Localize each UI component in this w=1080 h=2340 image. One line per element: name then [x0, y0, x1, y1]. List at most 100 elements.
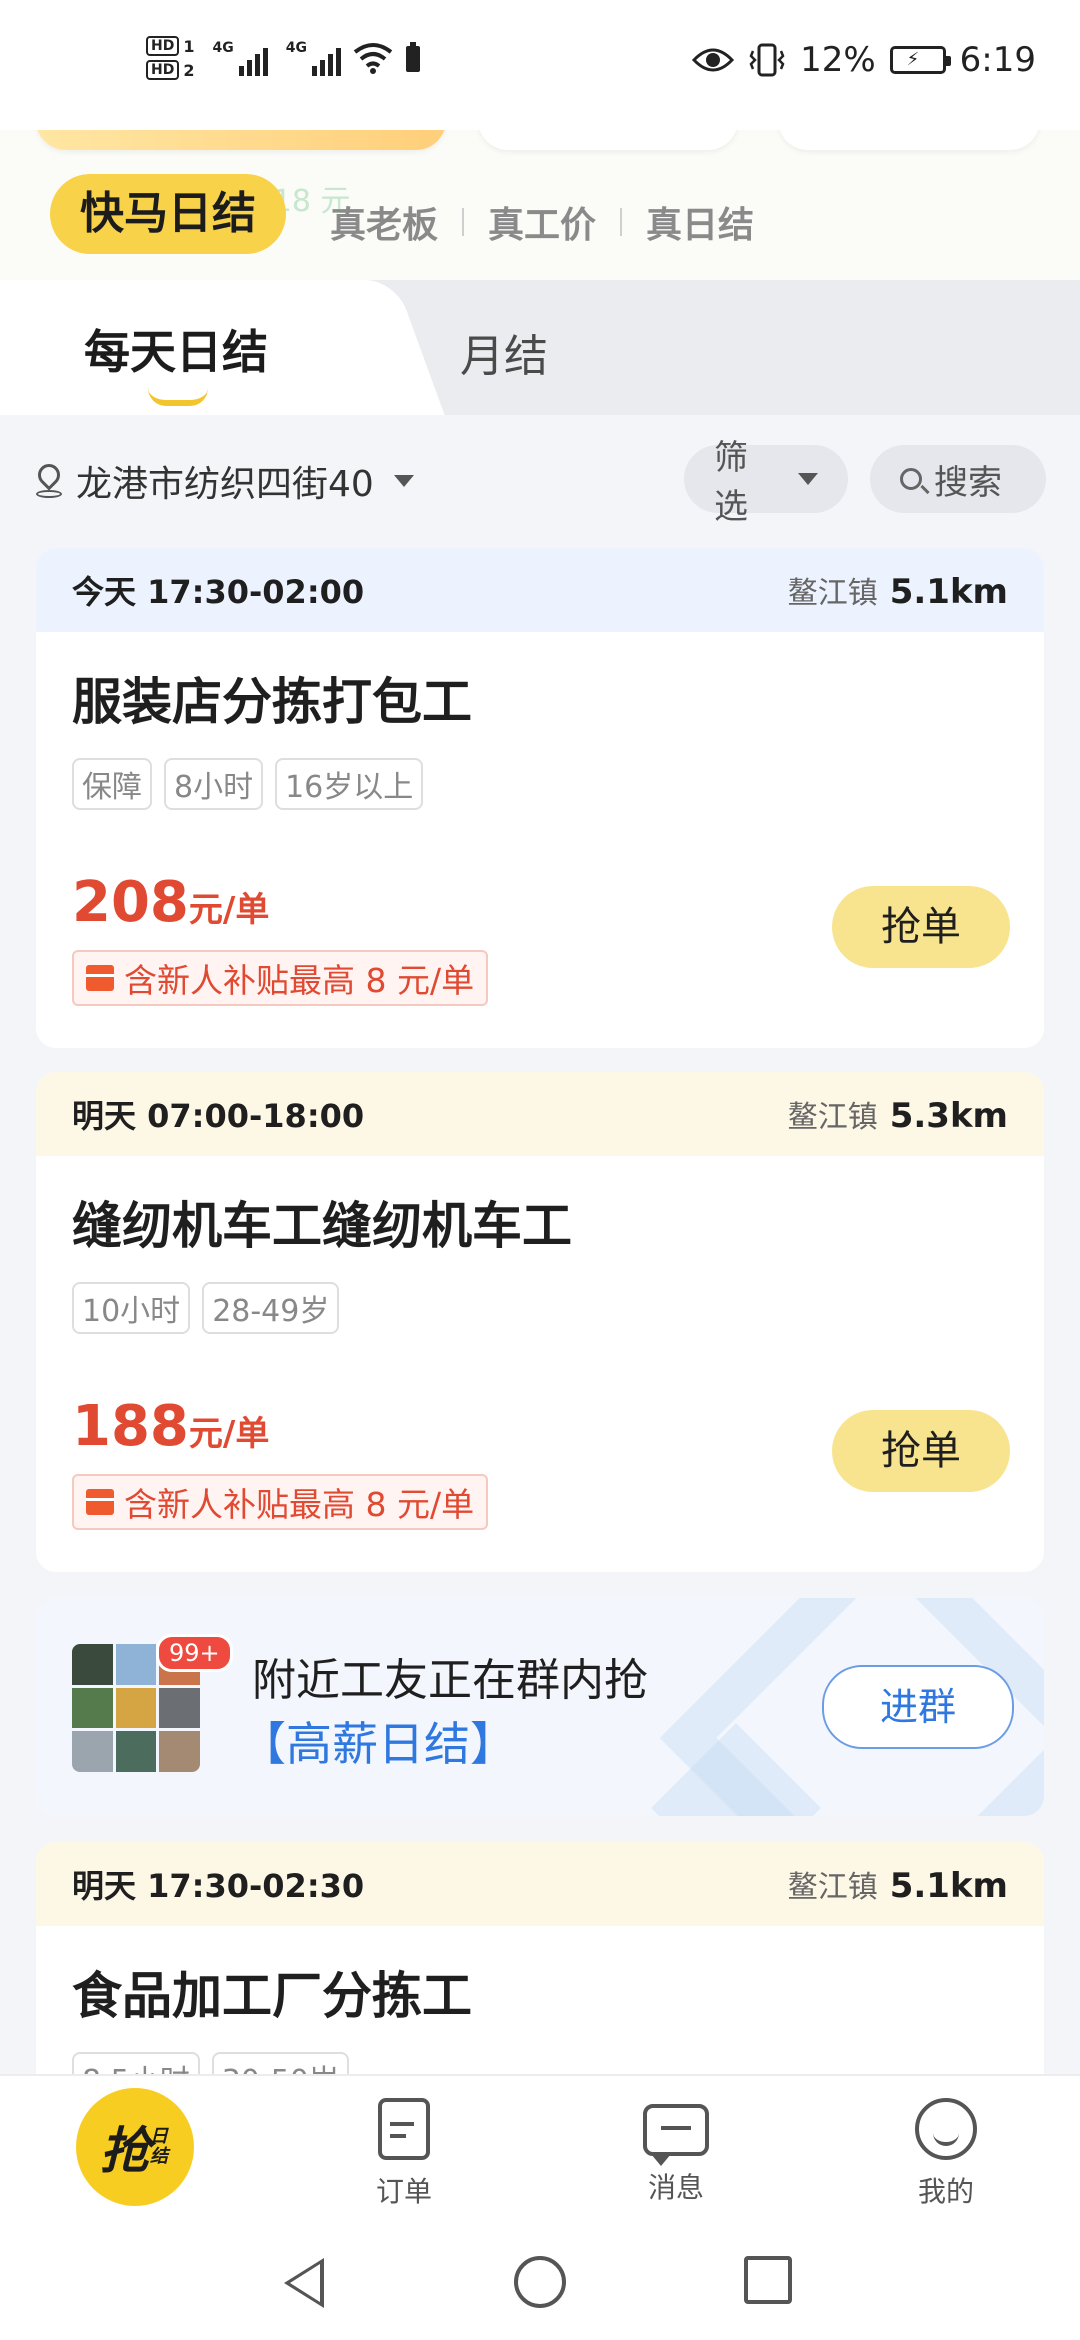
- recent-apps-icon[interactable]: [744, 2256, 792, 2304]
- hd-indicators: HD 1 HD 2: [146, 36, 194, 80]
- job-distance: 5.3km: [889, 1096, 1008, 1136]
- search-button[interactable]: 搜索: [870, 445, 1046, 513]
- gift-icon: [86, 965, 114, 991]
- job-tag: 保障: [72, 758, 152, 810]
- nav-messages-label: 消息: [647, 2171, 704, 2204]
- job-title: 食品加工厂分拣工: [72, 1967, 472, 2025]
- job-title: 服装店分拣打包工: [72, 673, 472, 731]
- job-card[interactable]: 今天 17:30-02:00 鳌江镇 5.1km 服装店分拣打包工 保障 8小时…: [36, 548, 1044, 1048]
- slogan-item: 真老板: [330, 205, 439, 246]
- nav-mine-label: 我的: [917, 2175, 974, 2208]
- job-time: 明天 17:30-02:30: [72, 1867, 365, 1905]
- location-address: 龙港市纺织四街40: [76, 464, 374, 505]
- nav-orders-label: 订单: [375, 2175, 432, 2208]
- subsidy-text: 含新人补贴最高 8 元/单: [124, 1485, 475, 1524]
- unread-badge: 99+: [156, 1634, 233, 1672]
- price-unit: 元/单: [188, 1414, 270, 1454]
- status-right: 12% ⚡ 6:19: [692, 40, 1036, 80]
- job-card-header: 明天 17:30-02:30 鳌江镇 5.1km: [36, 1842, 1044, 1926]
- hd-badge-1: HD: [146, 36, 180, 56]
- brand-slogan: 真老板 真工价 真日结: [330, 196, 754, 248]
- document-icon: [378, 2098, 430, 2160]
- signal-icon-2: 4G: [286, 40, 341, 76]
- grab-logo-icon: 抢: [100, 2122, 150, 2180]
- job-location: 鳌江镇 5.1km: [788, 568, 1008, 612]
- hd-badge-2: HD: [146, 60, 180, 80]
- wifi-icon: [353, 43, 393, 74]
- job-tag: 8小时: [164, 758, 264, 810]
- battery-saver-icon: [405, 42, 420, 72]
- location-selector[interactable]: 龙港市纺织四街40: [36, 455, 414, 507]
- join-group-button[interactable]: 进群: [822, 1665, 1014, 1749]
- divider: [620, 208, 623, 236]
- job-town: 鳌江镇: [787, 576, 878, 611]
- job-title: 缝纫机车工缝纫机车工: [72, 1197, 572, 1255]
- group-banner-highlight: 【高薪日结】: [240, 1717, 516, 1771]
- brand-badge: 快马日结: [50, 174, 286, 254]
- nav-messages[interactable]: 消息: [616, 2098, 736, 2206]
- slogan-item: 真日结: [646, 205, 755, 246]
- pay-type-tabs: 每天日结 月结: [0, 280, 1080, 415]
- network-type-2: 4G: [285, 40, 307, 56]
- slogan-item: 真工价: [488, 205, 597, 246]
- job-price: 188 元/单: [72, 1394, 269, 1459]
- nav-orders[interactable]: 订单: [344, 2098, 464, 2210]
- job-tags: 10小时 28-49岁: [72, 1282, 340, 1334]
- hd-index-2: 2: [183, 60, 195, 80]
- search-label: 搜索: [934, 462, 1002, 503]
- message-icon: [643, 2104, 709, 2166]
- promo-card[interactable]: [36, 130, 446, 150]
- job-town: 鳌江镇: [787, 1100, 878, 1135]
- grab-order-button[interactable]: 抢单: [832, 1410, 1010, 1492]
- promo-carousel: [0, 130, 1080, 150]
- price-value: 188: [72, 1394, 189, 1459]
- chevron-down-icon: [393, 475, 414, 487]
- job-price: 208 元/单: [72, 870, 269, 935]
- location-filter-bar: 龙港市纺织四街40 筛选 搜索: [0, 415, 1080, 545]
- tab-monthly[interactable]: 月结: [460, 320, 548, 384]
- job-tag: 10小时: [72, 1282, 191, 1334]
- job-card-header: 明天 07:00-18:00 鳌江镇 5.3km: [36, 1072, 1044, 1156]
- divider: [462, 208, 465, 236]
- smiley-icon: [915, 2098, 977, 2160]
- filter-button[interactable]: 筛选: [684, 438, 848, 527]
- job-card[interactable]: 明天 07:00-18:00 鳌江镇 5.3km 缝纫机车工缝纫机车工 10小时…: [36, 1072, 1044, 1572]
- group-chat-banner[interactable]: 99+ 附近工友正在群内抢 【高薪日结】 进群: [36, 1598, 1044, 1816]
- chevron-down-icon: [798, 473, 818, 485]
- status-left: HD 1 HD 2 4G 4G: [146, 36, 421, 80]
- battery-percent: 12%: [800, 40, 876, 80]
- gift-icon: [86, 1489, 114, 1515]
- group-banner-title: 附近工友正在群内抢: [252, 1655, 648, 1706]
- subsidy-badge: 含新人补贴最高 8 元/单: [72, 1474, 489, 1530]
- job-distance: 5.1km: [889, 1866, 1008, 1906]
- promo-card[interactable]: [478, 130, 738, 150]
- nav-mine[interactable]: 我的: [886, 2098, 1006, 2210]
- job-tag: 28-49岁: [202, 1282, 340, 1334]
- filter-label: 筛选: [714, 438, 748, 527]
- subsidy-text: 含新人补贴最高 8 元/单: [124, 961, 475, 1000]
- job-distance: 5.1km: [889, 572, 1008, 612]
- home-icon[interactable]: [514, 2256, 566, 2308]
- battery-charging-icon: ⚡: [889, 46, 951, 74]
- nav-grab-orders[interactable]: 抢 日结: [76, 2088, 194, 2206]
- eye-comfort-icon: [692, 48, 735, 72]
- job-tag: 30-50岁: [211, 2052, 349, 2074]
- job-town: 鳌江镇: [787, 1870, 878, 1905]
- grab-order-button[interactable]: 抢单: [832, 886, 1010, 968]
- job-card[interactable]: 明天 17:30-02:30 鳌江镇 5.1km 食品加工厂分拣工 8.5小时 …: [36, 1842, 1044, 2074]
- network-type-1: 4G: [212, 40, 234, 56]
- back-icon[interactable]: [284, 2258, 324, 2308]
- location-pin-icon: [36, 464, 62, 498]
- search-icon: [900, 468, 922, 490]
- clock: 6:19: [959, 40, 1036, 80]
- hd-index-1: 1: [183, 36, 195, 56]
- price-value: 208: [72, 870, 189, 935]
- promo-banner[interactable]: 会安全获得 2/18 元 快马日结 真老板 真工价 真日结: [0, 130, 1080, 280]
- job-card-header: 今天 17:30-02:00 鳌江镇 5.1km: [36, 548, 1044, 632]
- job-tag: 8.5小时: [72, 2052, 200, 2074]
- vibrate-icon: [749, 43, 785, 77]
- job-time: 今天 17:30-02:00: [72, 573, 365, 611]
- tab-daily-label[interactable]: 每天日结: [84, 316, 268, 382]
- job-tag: 16岁以上: [275, 758, 424, 810]
- promo-card[interactable]: [778, 130, 1040, 150]
